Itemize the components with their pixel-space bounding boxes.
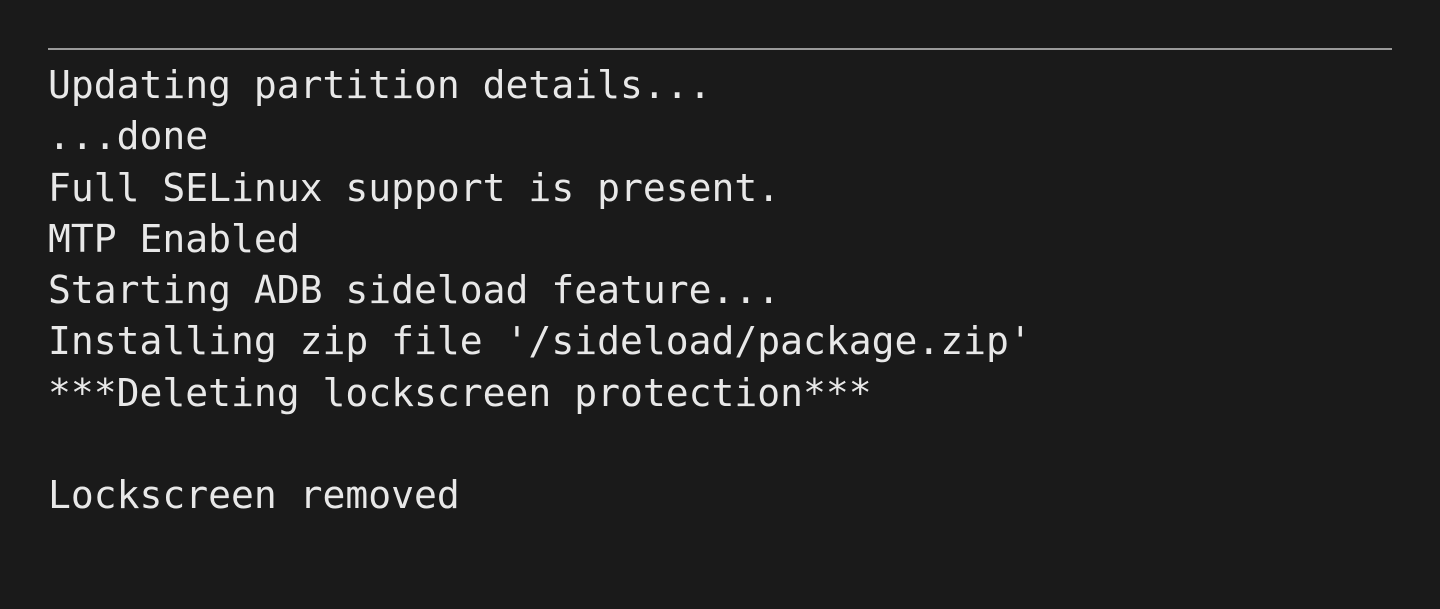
log-line: ...done <box>48 111 1392 162</box>
log-blank-line <box>48 419 1392 470</box>
log-line: Updating partition details... <box>48 60 1392 111</box>
log-line: Starting ADB sideload feature... <box>48 265 1392 316</box>
log-line: MTP Enabled <box>48 214 1392 265</box>
section-divider <box>48 48 1392 50</box>
log-line: Lockscreen removed <box>48 470 1392 521</box>
log-line: Full SELinux support is present. <box>48 163 1392 214</box>
log-line: ***Deleting lockscreen protection*** <box>48 368 1392 419</box>
log-line: Installing zip file '/sideload/package.z… <box>48 316 1392 367</box>
recovery-console: Updating partition details... ...done Fu… <box>0 0 1440 521</box>
